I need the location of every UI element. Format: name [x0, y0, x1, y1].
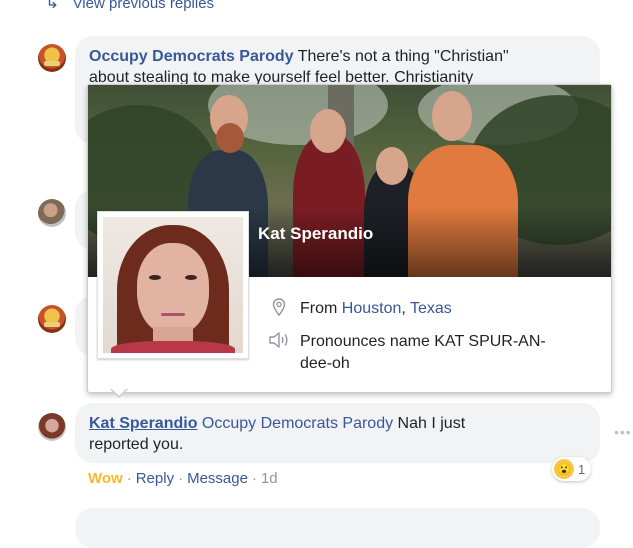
location-pin-icon [268, 298, 290, 316]
hover-card-name[interactable]: Kat Sperandio [258, 224, 373, 244]
avatar-kat-sperandio[interactable] [38, 413, 66, 441]
avatar-occupy-democrats-parody[interactable] [38, 44, 66, 72]
location-separator: , [401, 300, 410, 317]
comment-body: Kat Sperandio Occupy Democrats Parody Na… [89, 413, 589, 455]
comment-body: Occupy Democrats Parody There's not a th… [89, 46, 589, 88]
message-button[interactable]: Message [187, 470, 248, 487]
wow-reaction-button[interactable]: Wow [88, 470, 123, 487]
separator-dot: · [126, 470, 132, 487]
wow-emoji-icon: 😮 [554, 459, 574, 479]
mention-link[interactable]: Occupy Democrats Parody [202, 415, 393, 432]
comment-text-line1: There's not a thing "Christian" [293, 48, 509, 65]
profile-hover-card: Kat Sperandio From Houston, Texas Pronou… [87, 84, 612, 393]
more-options-icon[interactable]: ••• [614, 424, 632, 440]
pronunciation-row: Pronounces name KAT SPUR-AN- dee-oh [268, 331, 546, 375]
pronunciation-line2: dee-oh [300, 355, 350, 372]
comment-text-line1: Nah I just [393, 415, 466, 432]
reply-arrow-icon: ↳ [45, 0, 60, 12]
hover-card-caret [110, 388, 128, 398]
separator-dot: · [251, 470, 257, 487]
location-row: From Houston, Texas [268, 298, 452, 320]
state-link[interactable]: Texas [410, 300, 452, 317]
timestamp[interactable]: 1d [261, 470, 278, 487]
profile-picture[interactable] [97, 211, 249, 359]
reaction-count: 1 [578, 461, 586, 477]
view-previous-replies-link[interactable]: ↳ View previous replies [45, 0, 215, 12]
avatar-commenter[interactable] [38, 199, 66, 227]
reply-button[interactable]: Reply [136, 470, 174, 487]
comment-text-line2: reported you. [89, 436, 184, 453]
from-label: From [300, 300, 342, 317]
speaker-icon[interactable] [268, 331, 290, 349]
view-previous-label: View previous replies [72, 0, 215, 12]
pronunciation-line1: Pronounces name KAT SPUR-AN- [300, 333, 546, 350]
comment-actions: Wow · Reply · Message · 1d [88, 470, 278, 487]
separator-dot: · [178, 470, 184, 487]
avatar-occupy-democrats-parody[interactable] [38, 305, 66, 333]
reaction-count-badge[interactable]: 😮 1 [552, 457, 592, 481]
comment-author-link[interactable]: Occupy Democrats Parody [89, 48, 294, 65]
next-comment-bubble [75, 508, 600, 548]
city-link[interactable]: Houston [342, 300, 402, 317]
comment-author-link[interactable]: Kat Sperandio [89, 415, 197, 432]
